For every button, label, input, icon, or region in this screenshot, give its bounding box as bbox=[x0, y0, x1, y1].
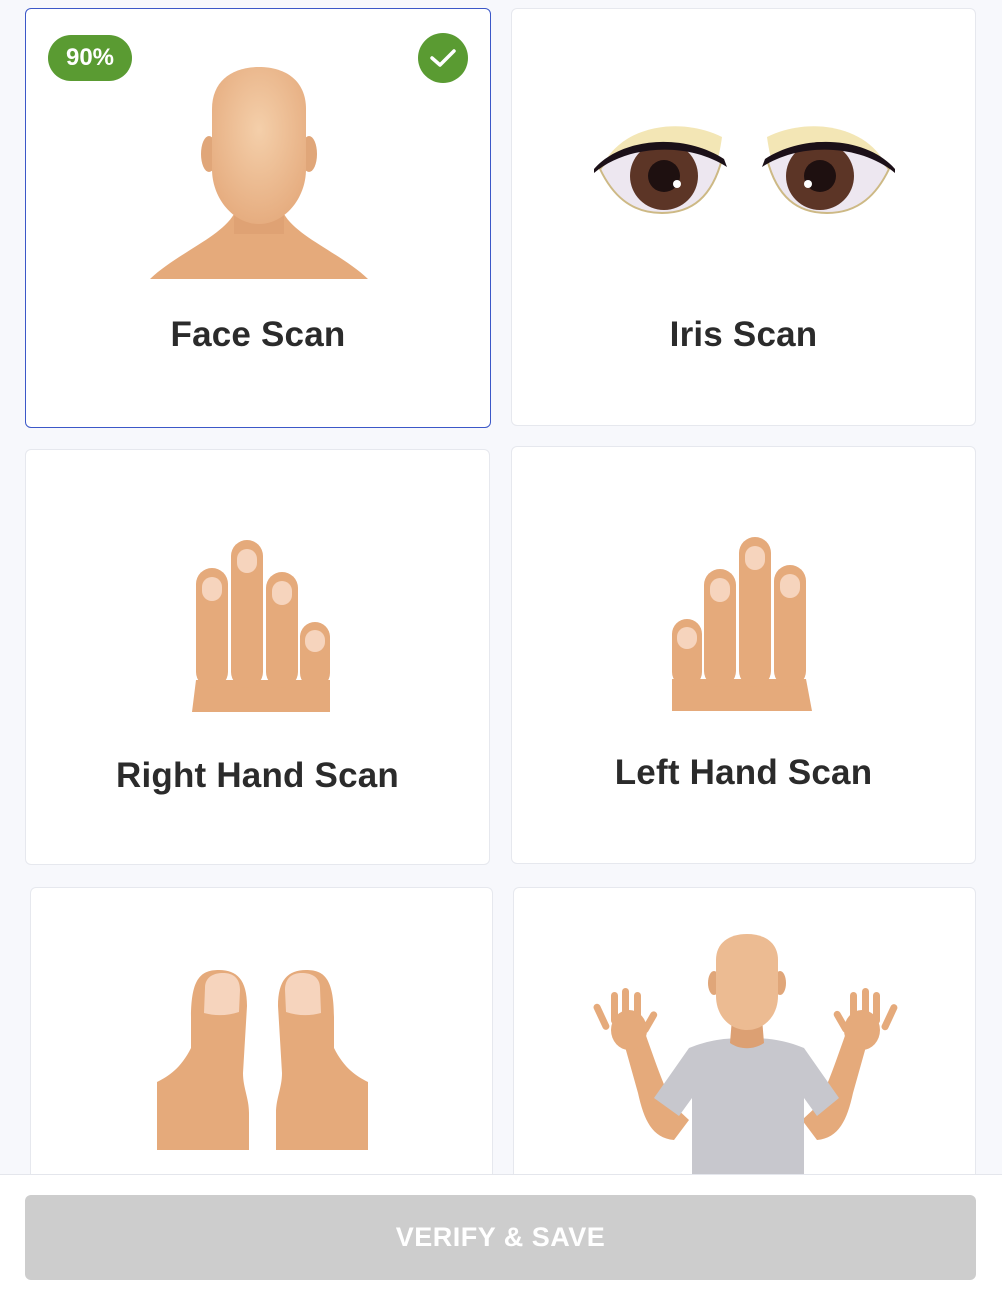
full-body-scan-card[interactable] bbox=[513, 887, 976, 1217]
left-hand-fingers-icon bbox=[672, 537, 812, 711]
thumbs-icon bbox=[157, 970, 368, 1150]
left-hand-scan-card[interactable]: Left Hand Scan bbox=[511, 446, 976, 864]
right-hand-scan-card[interactable]: Right Hand Scan bbox=[25, 449, 490, 865]
iris-scan-card[interactable]: Iris Scan bbox=[511, 8, 976, 426]
footer-bar: VERIFY & SAVE bbox=[0, 1174, 1002, 1304]
eyes-icon bbox=[594, 126, 895, 215]
quality-badge: 90% bbox=[48, 35, 132, 81]
card-label: Left Hand Scan bbox=[614, 753, 873, 792]
card-label: Right Hand Scan bbox=[115, 756, 400, 795]
check-icon bbox=[418, 33, 468, 83]
verify-save-button[interactable]: VERIFY & SAVE bbox=[25, 1195, 976, 1280]
right-hand-fingers-icon bbox=[192, 540, 330, 712]
face-scan-card[interactable]: 90% Face Scan bbox=[25, 8, 491, 428]
card-label: Iris Scan bbox=[669, 315, 818, 354]
full-body-hands-up-icon bbox=[593, 934, 898, 1178]
card-label: Face Scan bbox=[170, 315, 346, 354]
thumbs-scan-card[interactable] bbox=[30, 887, 493, 1217]
